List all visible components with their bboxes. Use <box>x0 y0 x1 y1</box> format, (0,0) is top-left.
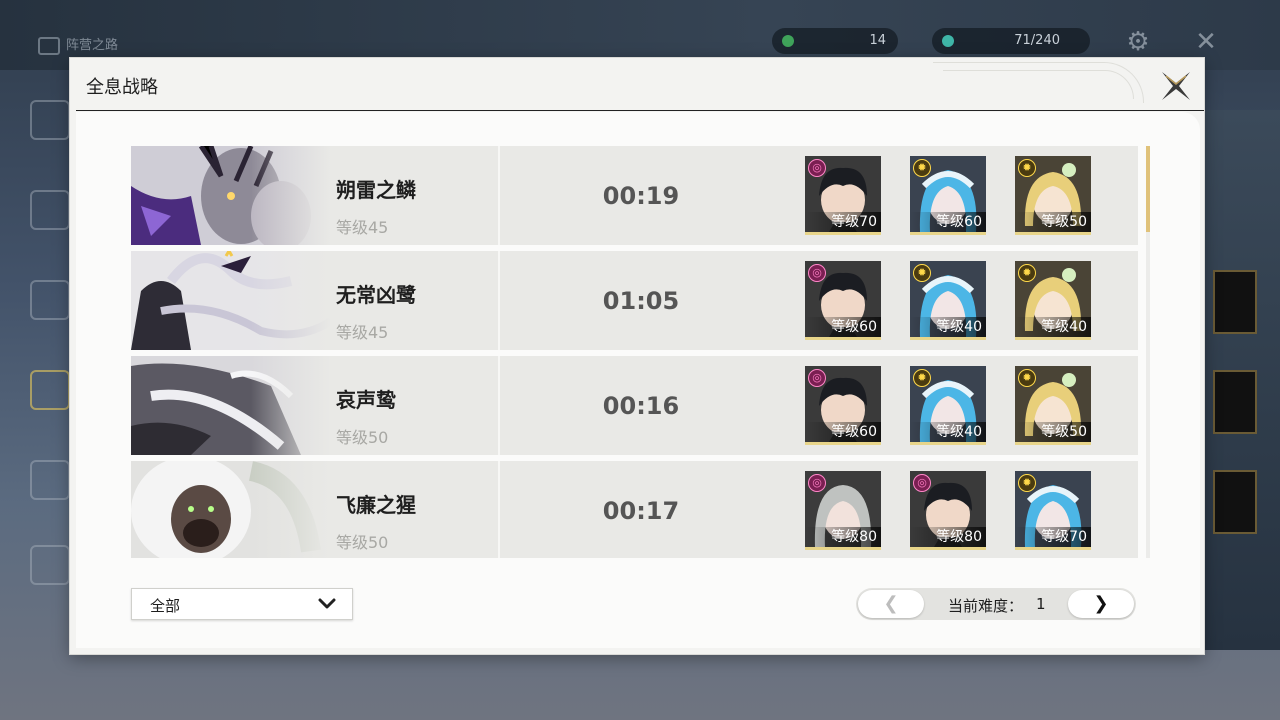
team-member-card[interactable]: ✹ 等级50 <box>1015 366 1091 445</box>
boss-level: 等级45 <box>336 218 389 237</box>
boss-name: 无常凶鹭 <box>336 283 416 307</box>
sun-element-icon: ✹ <box>1018 264 1036 282</box>
background-breadcrumb: 阵营之路 <box>38 34 118 55</box>
character-level: 等级80 <box>910 527 986 547</box>
team-member-card[interactable]: ✹ 等级50 <box>1015 156 1091 235</box>
list-scrollbar[interactable] <box>1146 146 1150 558</box>
header-divider <box>76 110 1204 111</box>
clear-time: 00:19 <box>602 182 680 210</box>
side-nav-icon-3 <box>30 280 70 320</box>
holographic-strategy-modal: 全息战略 朔雷之鳞 等级45 00:19 ◎ 等级70 ✹ 等级60 ✹ 等级5… <box>70 58 1204 654</box>
boss-level: 等级45 <box>336 323 389 342</box>
team-member-card[interactable]: ◎ 等级60 <box>805 366 881 445</box>
settings-icon: ⚙ <box>1126 27 1150 57</box>
spectro-element-icon: ◎ <box>808 159 826 177</box>
background-right-panel <box>1205 110 1280 650</box>
spectro-element-icon: ◎ <box>808 474 826 492</box>
boss-name: 哀声鸷 <box>336 388 396 412</box>
boss-portrait <box>131 146 331 245</box>
team-member-card[interactable]: ✹ 等级40 <box>1015 261 1091 340</box>
home-icon <box>38 36 60 55</box>
modal-title: 全息战略 <box>86 77 158 98</box>
content-panel: 朔雷之鳞 等级45 00:19 ◎ 等级70 ✹ 等级60 ✹ 等级50 无常凶… <box>76 112 1200 648</box>
clear-time: 00:17 <box>602 497 680 525</box>
sun-element-icon: ✹ <box>1018 474 1036 492</box>
team-member-card[interactable]: ✹ 等级70 <box>1015 471 1091 550</box>
strategy-row[interactable]: 哀声鸷 等级50 00:16 ◎ 等级60 ✹ 等级40 ✹ 等级50 <box>131 356 1138 455</box>
character-level: 等级50 <box>1015 422 1091 442</box>
close-button[interactable] <box>1158 68 1194 104</box>
boss-portrait <box>131 356 331 455</box>
sun-element-icon: ✹ <box>1018 369 1036 387</box>
team-member-card[interactable]: ◎ 等级70 <box>805 156 881 235</box>
character-level: 等级40 <box>1015 317 1091 337</box>
character-level: 等级40 <box>910 422 986 442</box>
difficulty-label: 当前难度： <box>948 597 1024 615</box>
row-divider <box>498 146 500 245</box>
next-difficulty-button[interactable]: ❯ <box>1068 590 1134 618</box>
spectro-element-icon: ◎ <box>808 264 826 282</box>
team-member-card[interactable]: ◎ 等级60 <box>805 261 881 340</box>
sun-element-icon: ✹ <box>913 264 931 282</box>
boss-name: 飞廉之猩 <box>336 493 416 517</box>
chevron-down-icon <box>318 598 336 609</box>
sun-element-icon: ✹ <box>913 369 931 387</box>
side-nav-icon-5 <box>30 460 70 500</box>
character-level: 等级60 <box>805 422 881 442</box>
scrollbar-thumb[interactable] <box>1146 146 1150 232</box>
side-nav-icon-2 <box>30 190 70 230</box>
difficulty-value: 1 <box>1036 595 1046 613</box>
spectro-element-icon: ◎ <box>913 474 931 492</box>
character-level: 等级70 <box>805 212 881 232</box>
sun-element-icon: ✹ <box>913 159 931 177</box>
row-divider <box>498 356 500 455</box>
character-level: 等级50 <box>1015 212 1091 232</box>
boss-portrait <box>131 251 331 350</box>
clear-time: 00:16 <box>602 392 680 420</box>
boss-level: 等级50 <box>336 428 389 447</box>
team-member-card[interactable]: ◎ 等级80 <box>910 471 986 550</box>
strategy-list: 朔雷之鳞 等级45 00:19 ◎ 等级70 ✹ 等级60 ✹ 等级50 无常凶… <box>131 146 1141 558</box>
side-nav-icon-1 <box>30 100 70 140</box>
background-close-icon: ✕ <box>1195 27 1217 57</box>
resource-1-icon <box>782 34 794 47</box>
team-member-card[interactable]: ✹ 等级60 <box>910 156 986 235</box>
strategy-row[interactable]: 无常凶鹭 等级45 01:05 ◎ 等级60 ✹ 等级40 ✹ 等级40 <box>131 251 1138 350</box>
character-level: 等级80 <box>805 527 881 547</box>
row-divider <box>498 251 500 350</box>
strategy-row[interactable]: 飞廉之猩 等级50 00:17 ◎ 等级80 ◎ 等级80 ✹ 等级70 <box>131 461 1138 558</box>
character-level: 等级60 <box>910 212 986 232</box>
row-divider <box>498 461 500 558</box>
resource-chip-1: 14 <box>772 28 898 54</box>
header-decoration-inner <box>943 70 1134 99</box>
clear-time: 01:05 <box>602 287 680 315</box>
prev-difficulty-button[interactable]: ❮ <box>858 590 924 618</box>
resource-chip-2: 71/240 <box>932 28 1090 54</box>
boss-portrait <box>131 461 331 558</box>
filter-selected-value: 全部 <box>150 597 181 615</box>
boss-level: 等级50 <box>336 533 389 552</box>
character-level: 等级60 <box>805 317 881 337</box>
spectro-element-icon: ◎ <box>808 369 826 387</box>
side-nav-icon-6 <box>30 545 70 585</box>
difficulty-pager: ❮ 当前难度： 1 ❯ <box>856 588 1136 620</box>
team-member-card[interactable]: ✹ 等级40 <box>910 366 986 445</box>
filter-dropdown[interactable]: 全部 <box>131 588 353 620</box>
character-level: 等级40 <box>910 317 986 337</box>
close-x-icon <box>1162 72 1190 100</box>
team-member-card[interactable]: ✹ 等级40 <box>910 261 986 340</box>
team-member-card[interactable]: ◎ 等级80 <box>805 471 881 550</box>
strategy-row[interactable]: 朔雷之鳞 等级45 00:19 ◎ 等级70 ✹ 等级60 ✹ 等级50 <box>131 146 1138 245</box>
modal-header: 全息战略 <box>70 58 1204 112</box>
boss-name: 朔雷之鳞 <box>336 178 416 202</box>
sun-element-icon: ✹ <box>1018 159 1036 177</box>
resource-2-icon <box>942 34 954 47</box>
character-level: 等级70 <box>1015 527 1091 547</box>
side-nav-icon-4 <box>30 370 70 410</box>
